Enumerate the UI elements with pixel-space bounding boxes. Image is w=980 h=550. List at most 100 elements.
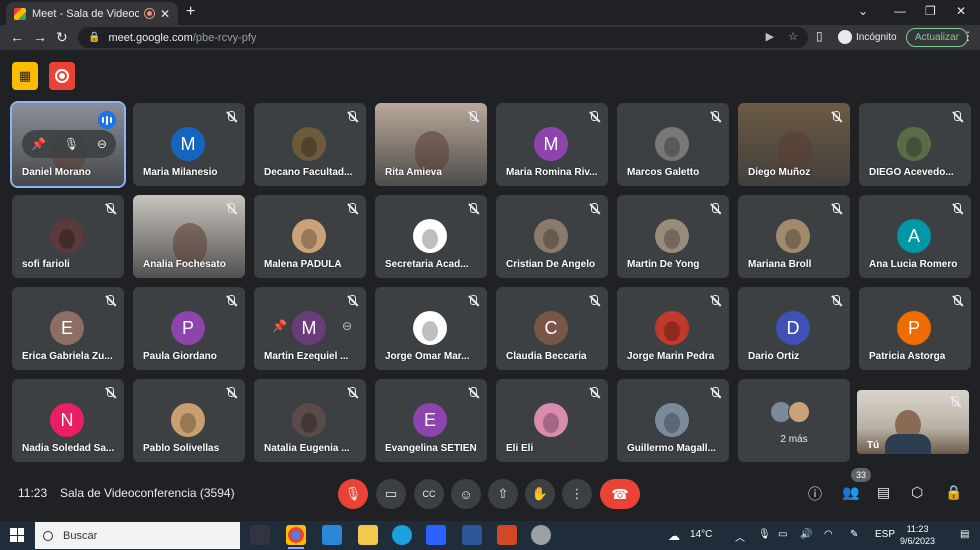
host-controls-icon[interactable]: 🔒 xyxy=(945,484,962,501)
participant-tile[interactable]: C Claudia Beccaria xyxy=(496,287,608,370)
more-participants-avatars xyxy=(770,401,810,423)
pen-icon[interactable]: ✎ xyxy=(850,529,858,540)
lock-icon[interactable]: 🔒 xyxy=(88,32,100,43)
participant-tile[interactable]: Cristian De Angelo xyxy=(496,195,608,278)
muted-mic-icon xyxy=(951,111,963,123)
new-tab-button[interactable]: + xyxy=(186,3,195,21)
leave-call-button[interactable]: ☎ xyxy=(600,479,640,509)
microphone-off-button[interactable]: 🎙 xyxy=(338,479,368,509)
incognito-profile[interactable]: Incógnito xyxy=(838,30,897,44)
reactions-button[interactable]: ☺ xyxy=(451,479,481,509)
volume-icon[interactable]: 🔊 xyxy=(800,529,812,540)
address-bar[interactable]: 🔒 meet.google.com/pbe-rcvy-pfy ▶ ☆ xyxy=(78,27,808,48)
edge-icon[interactable] xyxy=(392,525,412,545)
photo-avatar xyxy=(655,403,689,437)
restore-button[interactable]: ❐ xyxy=(925,4,936,18)
participant-tile[interactable]: A Ana Lucia Romero xyxy=(859,195,971,278)
present-screen-button[interactable]: ⇧ xyxy=(488,479,518,509)
participant-tile[interactable]: 📌 🎙 ⊖ Daniel Morano xyxy=(10,101,126,188)
participant-tile[interactable]: M Maria Romina Riv... xyxy=(496,103,608,186)
battery-icon[interactable]: ▭ xyxy=(778,529,787,540)
more-options-button[interactable]: ⋮ xyxy=(562,479,592,509)
activities-icon[interactable]: ⬡ xyxy=(911,484,923,501)
word-icon[interactable] xyxy=(462,525,482,545)
participant-tile[interactable]: Diego Muñoz xyxy=(738,103,850,186)
participant-tile[interactable]: Martin De Yong xyxy=(617,195,729,278)
pin-icon[interactable]: 📌 xyxy=(272,319,287,333)
task-view-icon[interactable] xyxy=(250,525,270,545)
camera-permission-icon[interactable]: ▶ xyxy=(766,30,774,43)
participant-tile[interactable]: P Paula Giordano xyxy=(133,287,245,370)
self-video-tile[interactable]: Tú xyxy=(857,390,969,454)
raise-hand-button[interactable]: ✋ xyxy=(525,479,555,509)
app-icon[interactable] xyxy=(531,525,551,545)
windows-taskbar: Buscar ☁ 14°C ︿ 🎙 ▭ 🔊 ◠ ✎ ESP 11:23 9/6/… xyxy=(0,521,980,550)
file-explorer-icon[interactable] xyxy=(358,525,378,545)
notifications-icon[interactable]: ▤ xyxy=(960,529,969,540)
browser-tab[interactable]: Meet - Sala de Videoconfere ✕ xyxy=(6,2,178,25)
taskbar-clock[interactable]: 11:23 9/6/2023 xyxy=(900,523,935,547)
participant-tile[interactable]: Rita Amieva xyxy=(375,103,487,186)
participant-tile[interactable]: M 📌 ⊖ Martin Ezequiel ... xyxy=(254,287,366,370)
participant-tile[interactable]: Guillermo Magall... xyxy=(617,379,729,462)
chrome-icon[interactable] xyxy=(286,525,306,549)
participant-tile[interactable]: P Patricia Astorga xyxy=(859,287,971,370)
captions-off-icon[interactable]: ▦ xyxy=(12,62,38,90)
forward-button[interactable]: → xyxy=(33,29,47,45)
mic-tray-icon[interactable]: 🎙 xyxy=(758,529,771,540)
powerpoint-icon[interactable] xyxy=(497,525,517,545)
chat-icon[interactable]: ▤ xyxy=(877,484,890,501)
participant-tile[interactable]: Pablo Solivellas xyxy=(133,379,245,462)
muted-mic-icon xyxy=(346,295,358,307)
windows-start-icon[interactable] xyxy=(10,528,24,542)
wifi-icon[interactable]: ◠ xyxy=(824,529,833,540)
weather-icon[interactable]: ☁ xyxy=(668,529,680,543)
photo-avatar xyxy=(292,127,326,161)
language-indicator[interactable]: ESP xyxy=(875,529,895,540)
participant-tile[interactable]: Secretaria Acad... xyxy=(375,195,487,278)
participant-name: Secretaria Acad... xyxy=(385,259,469,270)
remove-icon[interactable]: ⊖ xyxy=(342,319,352,333)
people-icon[interactable]: 👥 xyxy=(842,484,859,501)
remove-icon[interactable]: ⊖ xyxy=(97,137,107,151)
participant-tile[interactable]: sofi farioli xyxy=(12,195,124,278)
url-text: meet.google.com/pbe-rcvy-pfy xyxy=(108,31,257,44)
close-window-button[interactable]: ✕ xyxy=(956,4,966,18)
participant-tile[interactable]: Decano Facultad... xyxy=(254,103,366,186)
participant-tile[interactable]: Jorge Marin Pedra xyxy=(617,287,729,370)
participant-tile[interactable]: Analia Fochesato xyxy=(133,195,245,278)
browser-menu-icon[interactable]: ⋮ xyxy=(962,29,974,43)
minimize-button[interactable]: — xyxy=(894,4,906,18)
bookmark-star-icon[interactable]: ☆ xyxy=(788,30,798,43)
recording-icon[interactable] xyxy=(49,62,75,90)
participant-tile[interactable]: E Evangelina SETIEN xyxy=(375,379,487,462)
mic-icon[interactable]: 🎙 xyxy=(64,137,79,151)
side-panel-icon[interactable]: ▯ xyxy=(816,29,823,43)
update-button[interactable]: Actualizar xyxy=(906,28,968,47)
store-icon[interactable] xyxy=(426,525,446,545)
tab-search-icon[interactable]: ⌄ xyxy=(858,4,868,18)
participant-tile[interactable]: DIEGO Acevedo... xyxy=(859,103,971,186)
meeting-details-icon[interactable]: ⓘ xyxy=(808,484,822,504)
participant-tile[interactable]: Jorge Omar Mar... xyxy=(375,287,487,370)
participant-tile[interactable]: D Dario Ortiz xyxy=(738,287,850,370)
participant-tile[interactable]: Eli Eli xyxy=(496,379,608,462)
reload-button[interactable]: ↻ xyxy=(56,29,68,46)
participant-tile[interactable]: Natalia Eugenia ... xyxy=(254,379,366,462)
camera-button[interactable]: ▭ xyxy=(376,479,406,509)
captions-button[interactable]: CC xyxy=(414,479,444,509)
participant-tile[interactable]: Mariana Broll xyxy=(738,195,850,278)
back-button[interactable]: ← xyxy=(10,29,24,45)
participant-tile[interactable]: Malena PADULA xyxy=(254,195,366,278)
participant-tile[interactable]: N Nadia Soledad Sa... xyxy=(12,379,124,462)
participant-tile[interactable]: M Maria Milanesio xyxy=(133,103,245,186)
participant-tile[interactable]: Marcos Galetto xyxy=(617,103,729,186)
outlook-icon[interactable] xyxy=(322,525,342,545)
tray-chevron-icon[interactable]: ︿ xyxy=(735,529,745,544)
pin-icon[interactable]: 📌 xyxy=(31,137,46,151)
participant-tile[interactable]: E Erica Gabriela Zu... xyxy=(12,287,124,370)
close-tab-icon[interactable]: ✕ xyxy=(160,7,170,21)
weather-temp[interactable]: 14°C xyxy=(690,529,712,540)
taskbar-search[interactable]: Buscar xyxy=(35,522,240,549)
participant-tile[interactable]: 2 más xyxy=(738,379,850,462)
